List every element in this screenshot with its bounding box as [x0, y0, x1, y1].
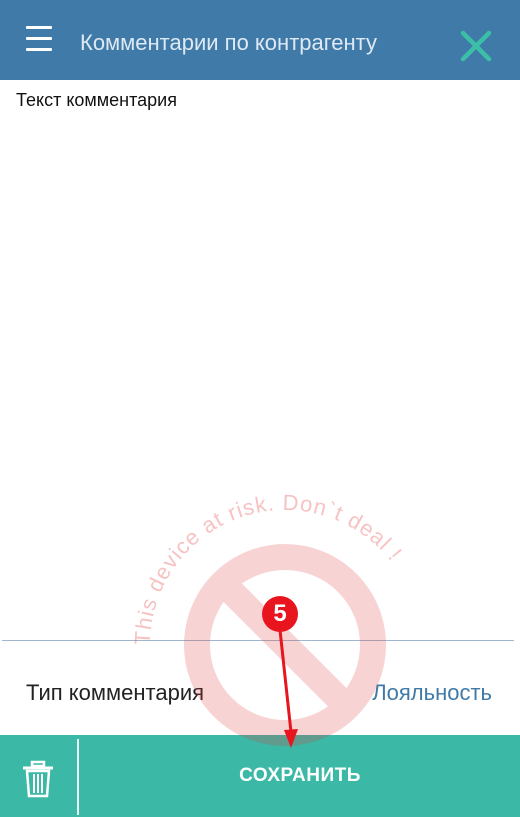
close-x-icon	[460, 30, 492, 62]
page-title: Комментарии по контрагенту	[80, 30, 377, 55]
menu-button[interactable]	[22, 26, 56, 60]
comment-type-value[interactable]: Лояльность	[372, 680, 492, 706]
comment-type-label: Тип комментария	[26, 680, 205, 705]
trash-icon	[23, 760, 53, 798]
app-header: Комментарии по контрагенту	[0, 0, 520, 80]
step-badge: 5	[262, 596, 298, 632]
comment-type-row[interactable]: Тип комментария Лояльность	[0, 664, 520, 720]
comment-text-field[interactable]: Текст комментария	[0, 80, 520, 640]
bar-separator	[77, 739, 79, 815]
bottom-action-bar: СОХРАНИТЬ	[0, 735, 520, 817]
comment-text-label: Текст комментария	[16, 90, 177, 110]
field-divider	[2, 640, 514, 641]
save-button[interactable]: СОХРАНИТЬ	[80, 735, 520, 817]
close-button[interactable]	[458, 28, 494, 64]
hamburger-menu-icon	[26, 26, 52, 29]
delete-button[interactable]	[18, 759, 58, 799]
